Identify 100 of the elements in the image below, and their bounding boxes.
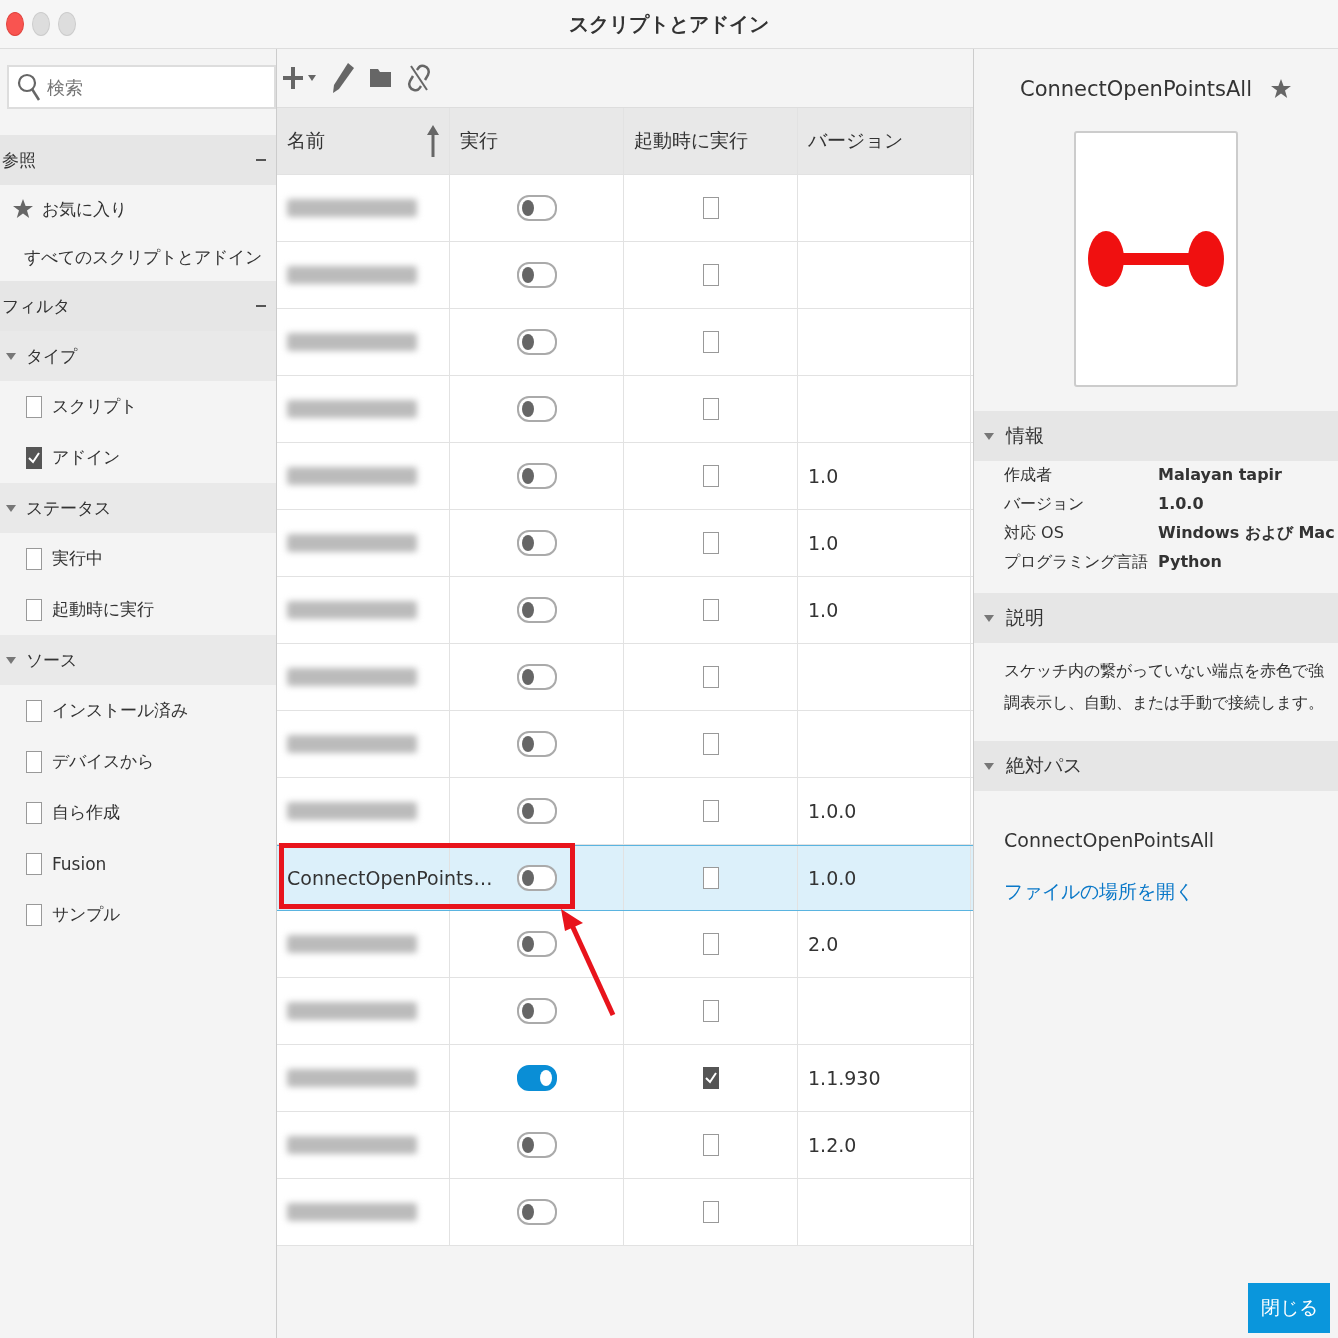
toggle-switch[interactable] — [516, 931, 557, 957]
checkbox[interactable] — [702, 398, 719, 420]
section-header[interactable]: 説明 — [974, 593, 1338, 643]
section-header[interactable]: 情報 — [974, 411, 1338, 461]
filter-group-title: ステータス — [26, 496, 111, 520]
checkbox[interactable] — [702, 666, 719, 688]
filter-group-header[interactable]: ソース — [0, 635, 276, 685]
toggle-switch[interactable] — [516, 530, 557, 556]
table-row[interactable]: 1.1.930 — [277, 1045, 973, 1112]
selected-table-row[interactable]: ConnectOpenPoints… 1.0.0 — [277, 845, 973, 911]
disclosure-icon[interactable] — [984, 432, 994, 440]
description-text: スケッチ内の繋がっていない端点を赤色で強調表示し、自動、または手動で接続します。 — [1003, 660, 1325, 714]
table-row[interactable]: 1.0 — [277, 510, 973, 577]
toggle-switch[interactable] — [516, 597, 557, 623]
toggle-switch[interactable] — [516, 463, 557, 489]
disclosure-icon[interactable] — [6, 504, 16, 512]
toggle-switch[interactable] — [516, 998, 557, 1024]
column-label: 実行 — [460, 128, 498, 153]
open-location-link[interactable]: ファイルの場所を開く — [1004, 879, 1338, 905]
column-label: 名前 — [287, 128, 325, 153]
table-row[interactable]: 1.0.0 — [277, 778, 973, 845]
checkbox[interactable] — [702, 933, 719, 955]
column-header[interactable]: 実行 — [450, 108, 624, 174]
section-header[interactable]: フィルタ — [0, 281, 276, 331]
favorite-star-icon[interactable] — [1270, 78, 1292, 100]
checkbox[interactable] — [702, 733, 719, 755]
window-title: スクリプトとアドイン — [569, 11, 769, 36]
checkbox[interactable] — [702, 867, 719, 889]
checkbox[interactable] — [702, 264, 719, 286]
toggle-switch[interactable] — [516, 195, 557, 221]
disclosure-icon[interactable] — [984, 614, 994, 622]
sidebar-item[interactable]: すべてのスクリプトとアドイン — [24, 245, 262, 269]
filter-group-header[interactable]: タイプ — [0, 331, 276, 381]
section-header[interactable]: 参照 — [0, 135, 276, 185]
checkbox[interactable] — [702, 532, 719, 554]
table-row[interactable]: 1.2.0 — [277, 1112, 973, 1179]
filter-option-label: デバイスから — [52, 750, 154, 773]
checkbox[interactable] — [702, 1000, 719, 1022]
add-dropdown-icon[interactable] — [283, 65, 317, 91]
table-row[interactable]: 1.0 — [277, 577, 973, 644]
toggle-switch[interactable] — [516, 396, 557, 422]
checkbox[interactable] — [702, 465, 719, 487]
toggle-switch[interactable] — [516, 731, 557, 757]
checkbox[interactable] — [26, 852, 42, 875]
version-text: 1.0.0 — [808, 867, 857, 889]
toggle-switch[interactable] — [516, 1199, 557, 1225]
toggle-switch[interactable] — [516, 865, 557, 891]
version-text: 1.0 — [808, 599, 839, 621]
column-header[interactable]: 名前 — [277, 108, 450, 174]
pencil-icon[interactable] — [331, 62, 355, 94]
toggle-switch[interactable] — [516, 262, 557, 288]
filter-option-label: スクリプト — [52, 395, 137, 418]
zoom-window-button[interactable] — [58, 12, 76, 36]
checkbox[interactable] — [26, 598, 42, 621]
checkbox[interactable] — [702, 1201, 719, 1223]
column-header[interactable]: バージョン — [798, 108, 971, 174]
checkbox[interactable] — [26, 547, 42, 570]
section-title: 情報 — [1006, 423, 1044, 448]
filter-option-label: インストール済み — [52, 699, 188, 722]
version-text: 1.0.0 — [808, 800, 857, 822]
toggle-switch[interactable] — [516, 329, 557, 355]
column-header[interactable]: 起動時に実行 — [624, 108, 798, 174]
filter-option-label: 起動時に実行 — [52, 598, 154, 621]
version-text: 1.1.930 — [808, 1067, 881, 1089]
info-value: Windows および Mac — [1158, 523, 1336, 544]
toggle-switch[interactable] — [516, 664, 557, 690]
section-header[interactable]: 絶対パス — [974, 741, 1338, 791]
checkbox[interactable] — [702, 1134, 719, 1156]
checkbox[interactable] — [702, 331, 719, 353]
checkbox[interactable] — [26, 446, 42, 469]
filter-option-label: 自ら作成 — [52, 801, 120, 824]
table-row[interactable]: 2.0 — [277, 911, 973, 978]
checkbox[interactable] — [26, 395, 42, 418]
sidebar-item[interactable]: お気に入り — [42, 197, 127, 221]
disclosure-icon[interactable] — [6, 352, 16, 360]
filter-group-title: タイプ — [26, 344, 77, 368]
folder-icon[interactable] — [369, 66, 393, 90]
info-label: バージョン — [1004, 494, 1085, 515]
checkbox[interactable] — [26, 750, 42, 773]
toggle-switch[interactable] — [516, 798, 557, 824]
close-window-button[interactable] — [6, 12, 24, 36]
checkbox[interactable] — [702, 599, 719, 621]
disclosure-icon[interactable] — [6, 656, 16, 664]
minimize-window-button[interactable] — [32, 12, 50, 36]
table-row[interactable]: 1.0 — [277, 443, 973, 510]
checkbox[interactable] — [26, 903, 42, 926]
toggle-switch[interactable] — [516, 1065, 557, 1091]
checkbox[interactable] — [26, 801, 42, 824]
checkbox[interactable] — [702, 197, 719, 219]
checkbox[interactable] — [26, 699, 42, 722]
section-title: フィルタ — [2, 294, 70, 318]
path-text: ConnectOpenPointsAll — [1004, 829, 1215, 851]
unlink-icon[interactable] — [407, 62, 431, 94]
disclosure-icon[interactable] — [984, 762, 994, 770]
script-name: ConnectOpenPoints… — [287, 867, 493, 889]
filter-group-header[interactable]: ステータス — [0, 483, 276, 533]
toggle-switch[interactable] — [516, 1132, 557, 1158]
checkbox[interactable] — [702, 800, 719, 822]
search-field[interactable]: 検索 — [7, 65, 276, 109]
checkbox[interactable] — [702, 1067, 719, 1089]
